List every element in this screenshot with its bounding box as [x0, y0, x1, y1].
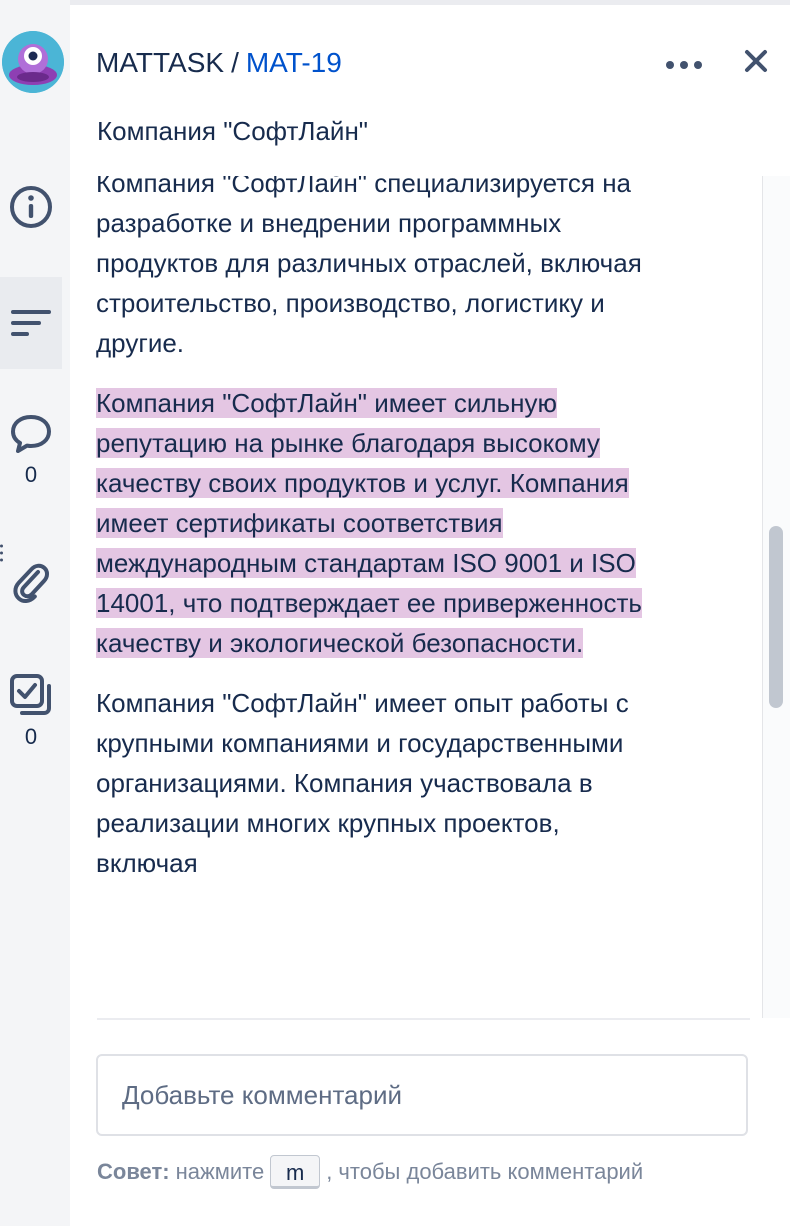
checklist-icon — [10, 674, 51, 715]
attachments-button[interactable] — [0, 560, 62, 606]
more-dot-icon — [666, 61, 674, 69]
keyboard-shortcut-key: m — [270, 1155, 321, 1189]
description-paragraph: Компания "СофтЛайн" имеет опыт работы с … — [96, 683, 656, 883]
comments-button[interactable]: 0 — [0, 412, 62, 488]
breadcrumb-issue-key[interactable]: MAT-19 — [246, 47, 342, 78]
sticky-section-title: Компания "СофтЛайн" — [97, 116, 369, 146]
close-icon — [745, 50, 767, 72]
breadcrumb-project[interactable]: MATTASK — [96, 47, 224, 78]
add-comment-input[interactable] — [96, 1054, 748, 1136]
close-button[interactable] — [740, 45, 772, 77]
more-dot-icon — [694, 61, 702, 69]
description-content: Компания "СофтЛайн" специализируется на … — [96, 176, 656, 903]
divider — [97, 1018, 750, 1020]
tip-before: нажмите — [175, 1159, 265, 1184]
breadcrumb-separator: / — [231, 47, 239, 78]
more-dot-icon — [680, 61, 688, 69]
paragraph-text: Компания "СофтЛайн" имеет опыт работы с … — [96, 688, 629, 878]
comment-tip: Совет: нажмите m , чтобы добавить коммен… — [97, 1155, 643, 1189]
description-lines-icon — [11, 310, 51, 336]
description-paragraph: Компания "СофтЛайн" специализируется на … — [96, 176, 656, 363]
comments-count: 0 — [24, 462, 38, 487]
app-avatar[interactable] — [2, 31, 64, 93]
left-rail: 0 0 — [0, 0, 70, 1226]
checklist-button[interactable]: 0 — [0, 672, 62, 750]
highlighted-text: Компания "СофтЛайн" имеет сильную репута… — [96, 388, 642, 658]
description-scroll-area[interactable]: Компания "СофтЛайн" специализируется на … — [70, 176, 762, 1018]
description-button[interactable] — [0, 277, 62, 369]
breadcrumb: MATTASK / MAT-19 — [96, 47, 342, 79]
more-actions-button[interactable] — [666, 53, 702, 77]
info-icon — [10, 186, 52, 228]
tip-after: , чтобы добавить комментарий — [326, 1159, 644, 1184]
alien-logo-icon — [2, 31, 64, 93]
tip-label: Совет: — [97, 1159, 170, 1184]
paperclip-icon — [13, 563, 50, 603]
details-button[interactable] — [0, 184, 62, 236]
vertical-scrollbar[interactable] — [762, 176, 790, 1018]
paragraph-text: Компания "СофтЛайн" специализируется на … — [96, 176, 642, 358]
description-paragraph-highlighted: Компания "СофтЛайн" имеет сильную репута… — [96, 383, 656, 663]
checklist-count: 0 — [24, 724, 38, 749]
issue-header: MATTASK / MAT-19 — [70, 5, 790, 115]
scrollbar-thumb[interactable] — [769, 526, 783, 708]
comment-bubble-icon — [11, 415, 51, 453]
